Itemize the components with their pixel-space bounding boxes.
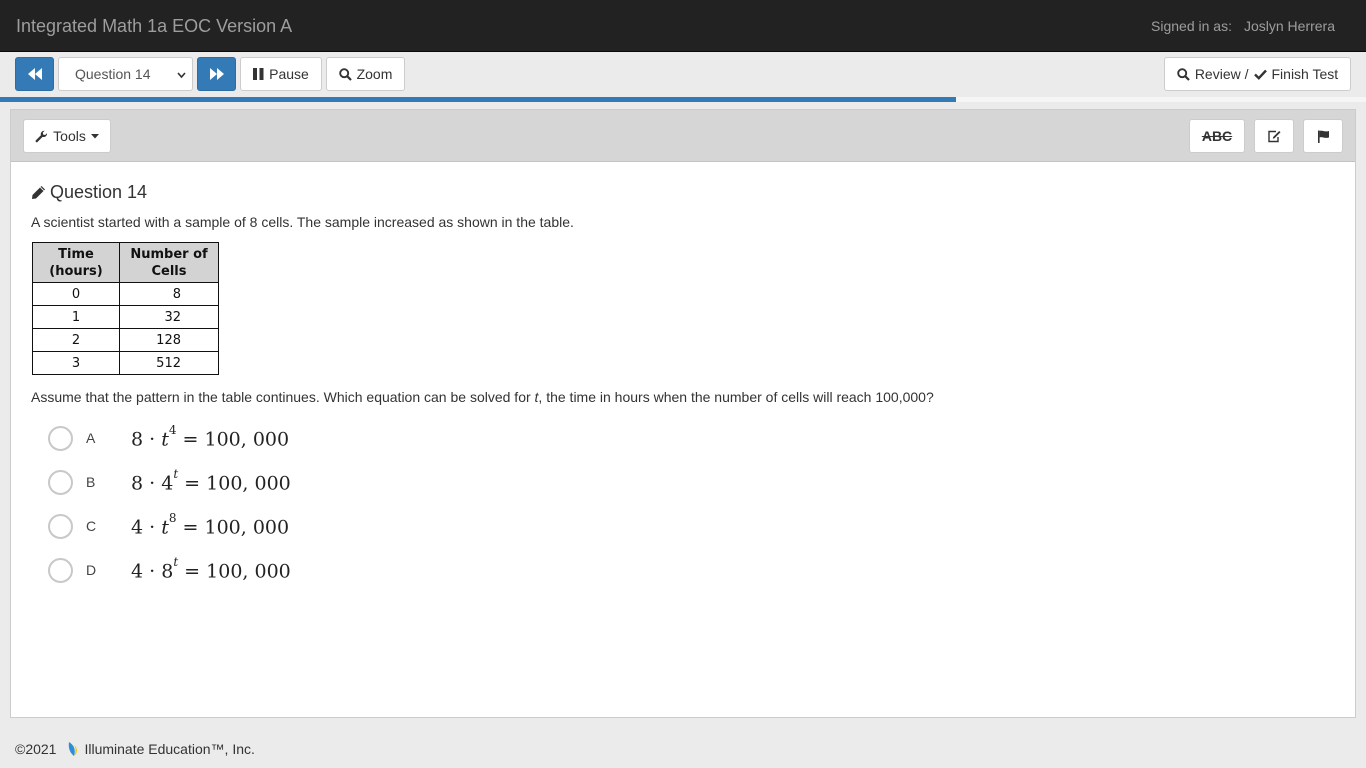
- edit-icon: [1268, 130, 1281, 142]
- choice-letter: C: [86, 518, 97, 534]
- zoom-label: Zoom: [356, 66, 393, 82]
- column-header-cells: Number of Cells: [119, 242, 219, 283]
- radio-button[interactable]: [48, 426, 73, 451]
- radio-button[interactable]: [48, 558, 73, 583]
- column-header-time: Time (hours): [32, 242, 120, 283]
- table-cell: 1: [32, 305, 120, 329]
- pause-icon: [253, 68, 264, 80]
- table-cell: 3: [32, 351, 120, 375]
- zoom-button[interactable]: Zoom: [326, 57, 405, 91]
- caret-down-icon: [90, 133, 99, 138]
- signed-in-label: Signed in as:: [1151, 18, 1232, 34]
- flag-icon: [1317, 130, 1329, 143]
- radio-button[interactable]: [48, 470, 73, 495]
- question-text: Assume that the pattern in the table con…: [31, 389, 934, 405]
- next-question-button[interactable]: [197, 57, 236, 91]
- question-heading: Question 14: [31, 182, 147, 203]
- tools-dropdown-button[interactable]: Tools: [23, 119, 111, 153]
- table-cell: 8: [119, 282, 219, 306]
- fast-forward-icon: [209, 68, 224, 80]
- check-icon: [1253, 69, 1267, 80]
- table-row: 1 32: [32, 305, 219, 329]
- choice-equation: 4 · 8t = 100, 000: [131, 555, 291, 583]
- question-select-value: Question 14: [75, 66, 151, 82]
- chevron-down-icon: [177, 72, 186, 79]
- copyright-text: ©2021: [15, 741, 57, 757]
- cell-growth-table: Time (hours) Number of Cells 08 1 32 2 128 3…: [32, 242, 219, 375]
- table-cell: 0: [32, 282, 120, 306]
- finish-label: Finish Test: [1271, 66, 1339, 82]
- answer-choice-d[interactable]: D 4 · 8t = 100, 000: [48, 555, 448, 584]
- tools-label: Tools: [53, 128, 86, 144]
- signed-in-info: Signed in as: Joslyn Herrera: [1151, 18, 1335, 34]
- illuminate-logo-icon: [69, 742, 78, 756]
- search-icon: [338, 67, 352, 81]
- table-cell: 128: [119, 328, 219, 352]
- choice-equation: 4 · t8 = 100, 000: [131, 511, 290, 539]
- panel-toolbar: Tools ABC: [11, 110, 1355, 162]
- radio-button[interactable]: [48, 514, 73, 539]
- table-row: 3 512: [32, 351, 219, 375]
- company-name: Illuminate Education™, Inc.: [84, 741, 255, 757]
- test-title: Integrated Math 1a EOC Version A: [16, 16, 293, 36]
- flag-question-button[interactable]: [1303, 119, 1343, 153]
- table-cell: 32: [119, 305, 219, 329]
- notes-button[interactable]: [1254, 119, 1294, 153]
- table-header-row: Time (hours) Number of Cells: [32, 242, 219, 283]
- table-row: 08: [32, 282, 219, 306]
- choice-letter: B: [86, 474, 96, 490]
- user-name[interactable]: Joslyn Herrera: [1244, 18, 1335, 34]
- test-toolbar: Question 14 Pause Zoom Review / Finish T…: [0, 52, 1366, 98]
- pause-label: Pause: [269, 66, 309, 82]
- test-progress-bar: [0, 97, 1366, 102]
- choice-letter: D: [86, 562, 97, 578]
- wrench-icon: [35, 130, 48, 142]
- page-footer: ©2021 Illuminate Education™, Inc.: [15, 741, 255, 757]
- pencil-icon: [32, 186, 45, 199]
- choice-letter: A: [86, 430, 96, 446]
- review-finish-button[interactable]: Review / Finish Test: [1164, 57, 1351, 91]
- question-panel: Tools ABC Question 14 A scientist starte…: [10, 109, 1356, 718]
- app-header: Integrated Math 1a EOC Version A Signed …: [0, 0, 1366, 52]
- fast-backward-icon: [27, 68, 42, 80]
- question-prompt: A scientist started with a sample of 8 c…: [31, 214, 574, 230]
- review-label: Review /: [1194, 66, 1249, 82]
- table-cell: 2: [32, 328, 120, 352]
- answer-choice-c[interactable]: C 4 · t8 = 100, 000: [48, 511, 448, 540]
- choice-equation: 8 · 4t = 100, 000: [131, 467, 291, 495]
- previous-question-button[interactable]: [15, 57, 54, 91]
- table-row: 2 128: [32, 328, 219, 352]
- question-select[interactable]: Question 14: [58, 57, 193, 91]
- answer-choice-b[interactable]: B 8 · 4t = 100, 000: [48, 467, 448, 496]
- choice-equation: 8 · t4 = 100, 000: [131, 423, 290, 451]
- search-icon: [1177, 67, 1190, 81]
- strikethrough-tool-button[interactable]: ABC: [1189, 119, 1245, 153]
- pause-button[interactable]: Pause: [240, 57, 322, 91]
- question-title: Question 14: [50, 182, 148, 202]
- answer-choice-a[interactable]: A 8 · t4 = 100, 000: [48, 423, 448, 452]
- table-cell: 512: [119, 351, 219, 375]
- test-progress-fill: [0, 97, 957, 102]
